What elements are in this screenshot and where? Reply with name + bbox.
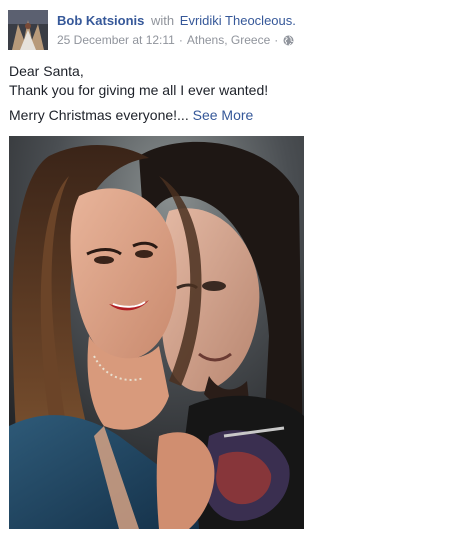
post-text-line: Merry Christmas everyone! (9, 107, 178, 123)
with-label: with (151, 13, 175, 28)
photo-image (9, 136, 304, 529)
post-text-paragraph: Merry Christmas everyone!... See More (9, 106, 449, 125)
post-text-line: Dear Santa, (9, 63, 84, 79)
post-meta: 25 December at 12:11 · Athens, Greece · (57, 33, 294, 47)
ellipsis: ... (177, 107, 189, 123)
author-avatar[interactable] (8, 10, 48, 50)
post-text-paragraph: Dear Santa, Thank you for giving me all … (9, 62, 449, 100)
meta-separator: · (178, 33, 183, 47)
author-name-link[interactable]: Bob Katsionis (57, 13, 144, 28)
author-line: Bob Katsionis with Evridiki Theocleous. (57, 13, 296, 29)
feed-post: Bob Katsionis with Evridiki Theocleous. … (0, 0, 464, 534)
see-more-link[interactable]: See More (193, 107, 254, 123)
post-header: Bob Katsionis with Evridiki Theocleous. … (8, 10, 448, 54)
post-body: Dear Santa, Thank you for giving me all … (9, 62, 449, 125)
tagged-person-link[interactable]: Evridiki Theocleous. (180, 13, 296, 28)
location-link[interactable]: Athens, Greece (187, 33, 270, 47)
meta-separator: · (274, 33, 279, 47)
avatar-image (8, 10, 48, 50)
globe-icon[interactable] (283, 35, 294, 46)
post-text-line: Thank you for giving me all I ever wante… (9, 82, 269, 98)
post-photo[interactable] (9, 136, 304, 529)
post-timestamp-link[interactable]: 25 December at 12:11 (57, 33, 175, 47)
